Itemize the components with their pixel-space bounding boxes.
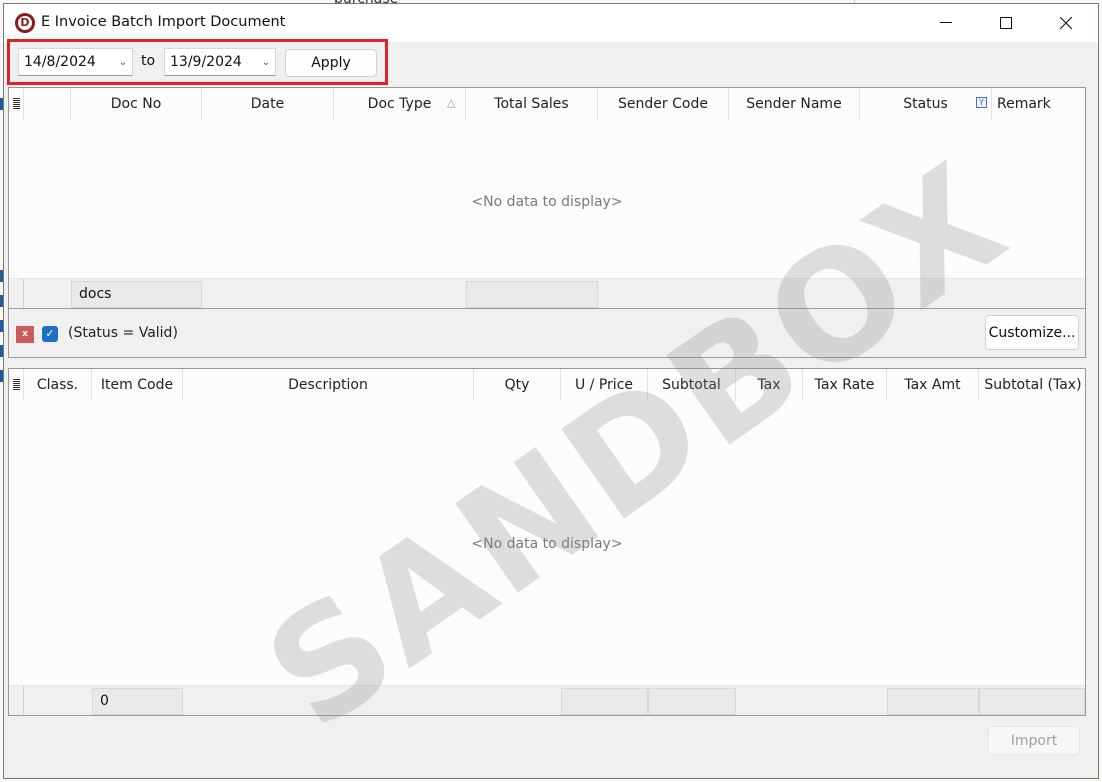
items-footer: 0	[9, 685, 1085, 715]
to-date-picker[interactable]: 13/9/2024 ⌄	[164, 48, 276, 76]
item-count-summary: 0	[92, 688, 183, 715]
items-grid-header: Class. Item Code Description Qty U / Pri…	[9, 369, 1085, 401]
header-sender-name[interactable]: Sender Name	[729, 88, 860, 120]
column-chooser-button[interactable]	[9, 88, 24, 120]
header-doc-type-label: Doc Type	[367, 96, 432, 112]
maximize-icon	[1000, 17, 1012, 29]
to-label: to	[141, 53, 156, 69]
chevron-down-icon[interactable]: ⌄	[114, 57, 132, 68]
chevron-down-icon[interactable]: ⌄	[257, 57, 275, 68]
subtotal-tax-summary	[979, 688, 1085, 715]
sort-ascending-icon: △	[447, 96, 456, 109]
column-chooser-icon	[12, 379, 20, 391]
maximize-button[interactable]	[977, 4, 1035, 42]
enable-filter-checkbox[interactable]: ✓	[42, 326, 58, 342]
customize-button[interactable]: Customize...	[985, 315, 1079, 350]
total-sales-summary	[466, 281, 598, 308]
import-button[interactable]: Import	[988, 726, 1080, 755]
header-class[interactable]: Class.	[24, 369, 92, 401]
header-description[interactable]: Description	[183, 369, 474, 401]
documents-footer: docs	[9, 278, 1085, 308]
close-button[interactable]	[1037, 4, 1095, 42]
minimize-icon	[940, 22, 952, 23]
subtotal-summary	[648, 688, 736, 715]
window-title: E Invoice Batch Import Document	[41, 14, 286, 30]
header-remark[interactable]: Remark	[992, 88, 1085, 120]
column-chooser-icon	[12, 98, 20, 110]
items-empty-message: <No data to display>	[471, 536, 623, 552]
documents-grid: Doc No Date Doc Type △ Total Sales Sende…	[8, 87, 1086, 309]
header-subtotal[interactable]: Subtotal	[648, 369, 736, 401]
tax-amt-summary	[887, 688, 979, 715]
to-date-value: 13/9/2024	[170, 54, 242, 70]
filter-panel: x ✓ (Status = Valid) Customize...	[8, 309, 1086, 358]
header-tax-amt[interactable]: Tax Amt	[887, 369, 979, 401]
title-bar[interactable]: D E Invoice Batch Import Document	[4, 4, 1098, 42]
header-tax[interactable]: Tax	[736, 369, 803, 401]
filter-expression[interactable]: (Status = Valid)	[68, 325, 178, 341]
documents-grid-header: Doc No Date Doc Type △ Total Sales Sende…	[9, 88, 1085, 120]
footer-divider	[23, 686, 24, 715]
header-doc-no[interactable]: Doc No	[71, 88, 202, 120]
header-date[interactable]: Date	[202, 88, 334, 120]
header-item-code[interactable]: Item Code	[92, 369, 183, 401]
footer-divider	[23, 279, 24, 308]
minimize-button[interactable]	[917, 4, 975, 42]
header-select[interactable]	[24, 88, 71, 120]
header-unit-price[interactable]: U / Price	[561, 369, 648, 401]
header-qty[interactable]: Qty	[474, 369, 561, 401]
app-logo-icon: D	[15, 13, 35, 33]
header-sender-code[interactable]: Sender Code	[598, 88, 729, 120]
clear-filter-button[interactable]: x	[16, 326, 34, 343]
documents-empty-message: <No data to display>	[471, 194, 623, 210]
items-grid: Class. Item Code Description Qty U / Pri…	[8, 368, 1086, 716]
column-chooser-button[interactable]	[9, 369, 24, 401]
check-icon: ✓	[45, 327, 55, 340]
column-filter-icon[interactable]: Y	[976, 97, 987, 108]
header-tax-rate[interactable]: Tax Rate	[803, 369, 887, 401]
header-status[interactable]: Status	[860, 88, 992, 120]
header-total-sales[interactable]: Total Sales	[466, 88, 598, 120]
apply-button[interactable]: Apply	[285, 49, 377, 77]
doc-count-summary: docs	[71, 281, 202, 308]
header-subtotal-tax[interactable]: Subtotal (Tax)	[979, 369, 1085, 401]
from-date-picker[interactable]: 14/8/2024 ⌄	[18, 48, 133, 76]
from-date-value: 14/8/2024	[24, 54, 96, 70]
unit-price-summary	[561, 688, 648, 715]
close-icon	[1060, 17, 1072, 29]
